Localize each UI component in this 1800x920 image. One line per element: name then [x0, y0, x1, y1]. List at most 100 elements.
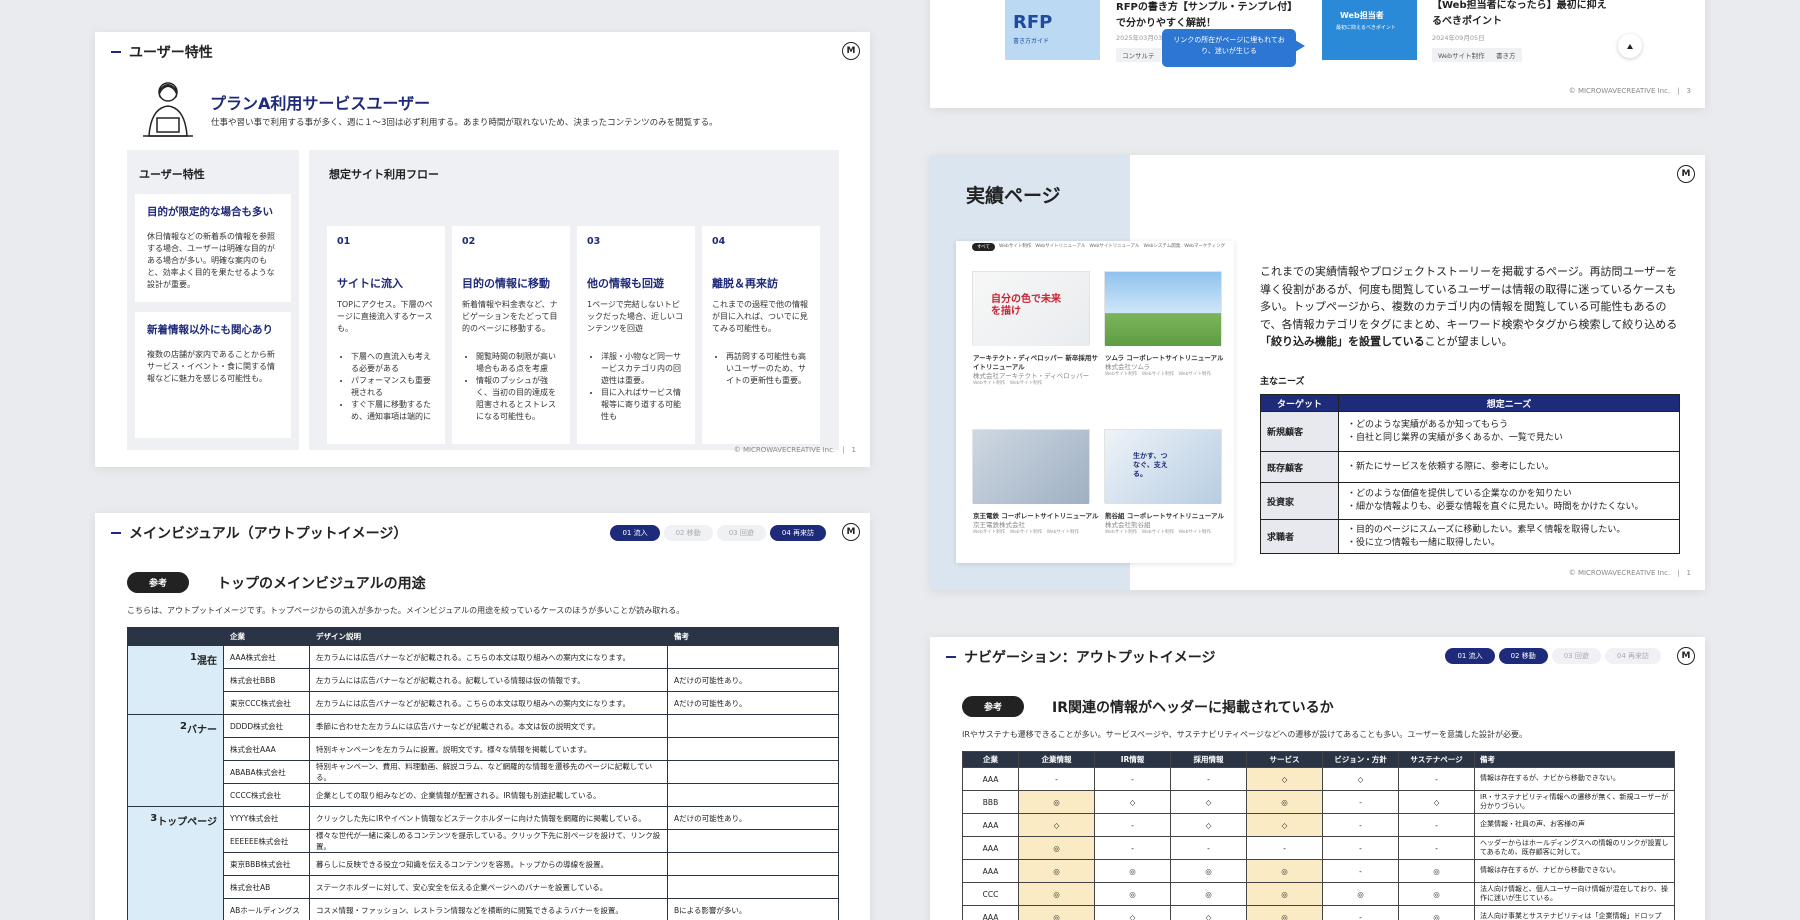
article-tag[interactable]: Webサイト制作 — [1432, 48, 1491, 62]
bullet: パフォーマンスも重要視される — [351, 375, 435, 399]
status-cell: ◎ — [1246, 882, 1323, 906]
table-header-cell: 備考 — [1474, 751, 1675, 768]
company-cell: YYYY株式会社 — [223, 806, 310, 830]
scroll-top-button[interactable] — [1618, 34, 1642, 58]
needs-cell: ・どのような実績があるか知ってもらう ・自社と同じ業界の実績が多くあるか、一覧で見… — [1338, 411, 1680, 452]
article-title[interactable]: RFPの書き方【サンプル・テンプレ付】で分かりやすく解説！ — [1116, 0, 1296, 32]
slide-footer: © MICROWAVECREATIVE Inc. | 1 — [733, 446, 856, 454]
note-cell: Aだけの可能性あり。 — [667, 691, 839, 715]
work-tags: Webサイト制作 Webサイト制作 Webサイト制作 — [1105, 372, 1211, 378]
slide-footer: © MICROWAVECREATIVE Inc. | 1 — [1568, 569, 1691, 577]
table-row: 株式会社BBB 左カラムには広告バナーなどが記載される。記載している情報は仮の情… — [128, 668, 839, 692]
body-text-end: ことが望ましい。 — [1424, 335, 1513, 349]
works-description: これまでの実績情報やプロジェクトストーリーを掲載するページ。再訪問ユーザーを導く… — [1260, 263, 1680, 351]
table-row: 投資家 ・どのような価値を提供している企業なのかを知りたい ・細かな情報よりも、必… — [1260, 482, 1680, 520]
article-tag[interactable]: 書き方 — [1490, 48, 1522, 62]
flow-step-text: これまでの過程で他の情報が目に入れば、ついでに見てみる可能性も。 — [712, 300, 808, 333]
article-tag[interactable]: コンサルテ — [1116, 48, 1161, 62]
article-date: 2025年03月03日 — [1116, 34, 1169, 42]
filter-tab[interactable]: Webサイトリニューアル — [1089, 243, 1139, 251]
work-thumbnail[interactable]: 京王電鉄 コーポレートサイトリニューアル 京王電鉄株式会社 Webサイト制作 W… — [972, 429, 1098, 535]
person-laptop-icon — [143, 82, 193, 137]
description-cell: 左カラムには広告バナーなどが記載される。こちらの本文は取り組みへの案内文になりま… — [309, 691, 668, 715]
note-cell: IR・サステナビリティ情報への遷移が無く、新規ユーザーが分かりづらい。 — [1474, 790, 1675, 814]
filter-tab[interactable]: Webサイトリニューアル — [1035, 243, 1085, 251]
article-thumbnail[interactable]: RFP 書き方ガイド — [1005, 0, 1100, 60]
work-thumbnail[interactable]: 生かす、つなぐ、支える。 熊谷組 コーポレートサイトリニューアル 株式会社熊谷組… — [1104, 429, 1224, 535]
needs-cell: ・目的のページにスムーズに移動したい。素早く情報を取得したい。 ・役に立つ情報も一… — [1338, 518, 1680, 555]
description-cell: 特別キャンペーン、費用、料理動画、解説コラム、など網羅的な情報を遷移先のページに… — [309, 760, 668, 784]
note-cell: Aだけの可能性あり。 — [667, 806, 839, 830]
trait-card: 新着情報以外にも関心あり 複数の店舗が家内であることから新サービス・イベント・食… — [135, 312, 291, 438]
article-title[interactable]: 【Web担当者になったら】最初に抑えるべきポイント — [1432, 0, 1612, 30]
company-cell: 株式会社AB — [223, 875, 310, 899]
company-cell: AAA — [962, 813, 1019, 837]
work-title: ツムラ コーポレートサイトリニューアル — [1105, 354, 1224, 362]
work-caption: アーキテクト・ディベロッパー 新卒採用サイトリニューアル 株式会社アーキテクト・… — [973, 354, 1103, 388]
filter-tab[interactable]: Webマーケティング — [1184, 243, 1225, 251]
step-pill: 03 回遊 — [716, 525, 766, 541]
bullet: 情報のプッシュが強く、当初の目的達成を阻害されるとストレスになる可能性も。 — [476, 375, 560, 423]
work-thumbnail[interactable]: ツムラ コーポレートサイトリニューアル 株式会社ツムラ Webサイト制作 Web… — [1104, 271, 1223, 377]
note-cell — [667, 760, 839, 784]
company-cell: 東京CCC株式会社 — [223, 691, 310, 715]
company-cell: BBB — [962, 790, 1019, 814]
bullet: 再訪問する可能性も高いユーザーのため、サイトの更新性も重要。 — [726, 351, 810, 387]
status-cell: ◎ — [1094, 859, 1171, 883]
filter-nav: すべて Webサイト制作 Webサイトリニューアル Webサイトリニューアル W… — [972, 243, 1225, 251]
table-row: AAA - - - ◇ ◇ - 情報は存在するが、ナビから移動できない。 — [962, 767, 1675, 791]
section-description: こちらは、アウトプットイメージです。トップページからの流入が多かった。メインビジ… — [127, 606, 685, 615]
slide-column-list: RFP 書き方ガイド RFPの書き方【サンプル・テンプレ付】で分かりやすく解説！… — [930, 0, 1705, 108]
slide-user-traits: ユーザー特性 M プランA利用サービスユーザー 仕事や習い事で利用する事が多く、… — [95, 32, 870, 467]
work-company: 京王電鉄株式会社 — [973, 521, 1025, 530]
table-header-cell: デザイン説明 — [309, 627, 668, 646]
work-caption: ツムラ コーポレートサイトリニューアル 株式会社ツムラ Webサイト制作 Web… — [1105, 354, 1235, 378]
status-cell: ◎ — [1398, 905, 1475, 920]
step-pill: 04 再来訪 — [769, 525, 826, 541]
note-cell: Bによる影響が多い。 — [667, 898, 839, 920]
company-cell: 株式会社BBB — [223, 668, 310, 692]
slide-title: 実績ページ — [966, 185, 1061, 207]
flow-step-title: 離脱＆再来訪 — [712, 277, 778, 290]
table-row: トップページ 3 YYYY株式会社 クリックした先にIRやイベント情報などステーク… — [127, 806, 839, 920]
filter-tab[interactable]: すべて — [972, 243, 996, 251]
status-cell: ◇ — [1094, 790, 1171, 814]
status-cell: ◎ — [1246, 859, 1323, 883]
status-cell: - — [1322, 905, 1399, 920]
article-thumbnail[interactable]: Web担当者 最初に抑えるべきポイント — [1322, 0, 1417, 60]
step-indicator: 01 流入 02 移動 03 回遊 04 再来訪 — [1445, 648, 1661, 664]
work-thumbnail[interactable]: 自分の色で未来を描け アーキテクト・ディベロッパー 新卒採用サイトリニューアル … — [972, 271, 1098, 386]
table-row: BBB ◎ ◇ ◇ ◎ - ◇ IR・サステナビリティ情報への遷移が無く、新規ユーザーが分かり… — [962, 790, 1675, 814]
thumbnail-subtext: 最初に抑えるべきポイント — [1336, 25, 1396, 31]
trait-text: 複数の店舗が家内であることから新サービス・イベント・食に関する情報などに魅力を感… — [147, 350, 275, 383]
step-pill: 04 再来訪 — [1604, 648, 1661, 664]
flow-step-text: 1ページで完結しないトピックだった場合、近しいコンテンツを回遊 — [587, 300, 683, 333]
status-cell: ◇ — [1170, 905, 1247, 920]
description-cell: 左カラムには広告バナーなどが記載される。記載している情報は仮の情報です。 — [309, 668, 668, 692]
flow-step-title: サイトに流入 — [337, 277, 403, 290]
brand-logo: M — [1677, 647, 1695, 665]
status-cell: ◎ — [1018, 836, 1095, 860]
company-cell: AAA — [962, 767, 1019, 791]
table-row: 既存顧客 ・新たにサービスを依頼する際に、参考にしたい。 — [1260, 451, 1680, 483]
status-cell: ◎ — [1398, 882, 1475, 906]
status-cell: ◎ — [1246, 790, 1323, 814]
filter-tab[interactable]: Webサイト制作 — [999, 243, 1031, 251]
note-cell — [667, 645, 839, 669]
flow-step-text: 新着情報や料金表など、ナビゲーションをたどって目的のページに移動する。 — [462, 300, 558, 333]
flow-step-text: TOPにアクセス。下層のページに直接流入するケースも。 — [337, 300, 433, 333]
filter-tab[interactable]: Webシステム開発 — [1144, 243, 1181, 251]
step-pill: 01 流入 — [610, 525, 660, 541]
status-cell: ◇ — [1170, 790, 1247, 814]
flow-step-title: 目的の情報に移動 — [462, 277, 550, 290]
flow-step: 03 他の情報も回遊 1ページで完結しないトピックだった場合、近しいコンテンツを… — [577, 226, 695, 444]
status-cell: ◇ — [1322, 767, 1399, 791]
bullet: 目に入ればサービス情報等に寄り道する可能性も — [601, 387, 685, 423]
table-header-row: 企業 企業情報 IR情報 採用情報 サービス ビジョン・方針 サステナページ 備… — [962, 751, 1675, 768]
company-cell: CCC — [962, 882, 1019, 906]
table-row: ABABA株式会社 特別キャンペーン、費用、料理動画、解説コラム、など網羅的な情… — [128, 760, 839, 784]
work-caption: 熊谷組 コーポレートサイトリニューアル 株式会社熊谷組 Webサイト制作 Web… — [1105, 512, 1235, 536]
group-cell: トップページ 3 — [127, 806, 224, 920]
status-cell: - — [1322, 813, 1399, 837]
company-cell: DDDD株式会社 — [223, 714, 310, 738]
